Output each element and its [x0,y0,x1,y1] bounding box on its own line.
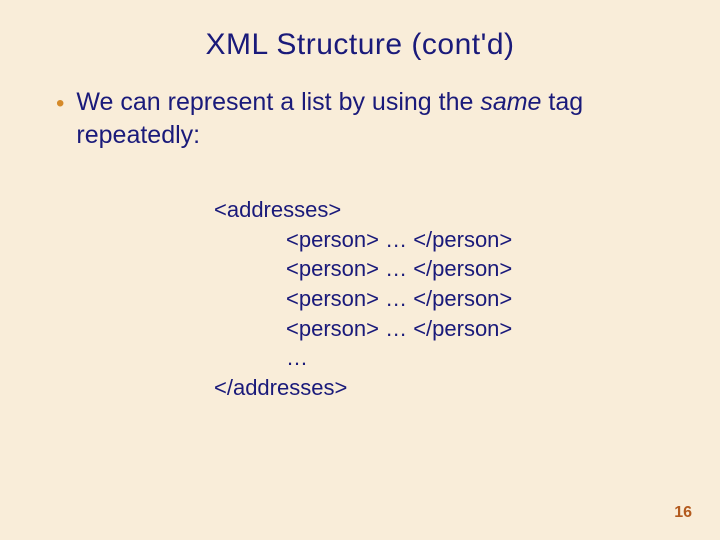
page-number: 16 [674,504,692,522]
code-close-tag: </addresses> [214,373,720,403]
bullet-emph: same [480,88,541,116]
code-line: <person> … </person> [214,314,720,344]
bullet-text: We can represent a list by using the sam… [76,86,664,151]
body: • We can represent a list by using the s… [0,62,720,151]
bullet-item: • We can represent a list by using the s… [56,86,664,151]
slide-title: XML Structure (cont'd) [0,0,720,62]
bullet-icon: • [56,88,64,119]
code-open-tag: <addresses> [214,195,720,225]
code-line: <person> … </person> [214,254,720,284]
code-block: <addresses> <person> … </person> <person… [0,151,720,403]
code-line: <person> … </person> [214,225,720,255]
bullet-pre: We can represent a list by using the [76,88,480,116]
code-line: <person> … </person> [214,284,720,314]
code-ellipsis: … [214,343,720,373]
